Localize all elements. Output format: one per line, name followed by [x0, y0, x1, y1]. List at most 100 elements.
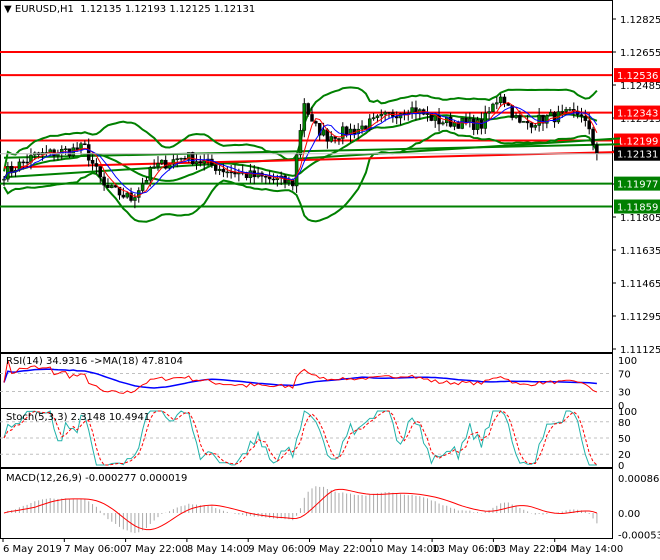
current-price-label: 1.12131	[617, 150, 658, 161]
candle-body	[2, 178, 6, 181]
candle-body	[133, 197, 137, 201]
candle-body	[21, 161, 25, 164]
candle-body	[379, 114, 384, 117]
stoch-axis-label: 20	[618, 450, 631, 461]
candle-body	[140, 183, 145, 191]
panel-frame-0	[0, 0, 613, 353]
candle-body	[533, 125, 538, 128]
candle-body	[98, 166, 102, 178]
macd-label: MACD(12,26,9) -0.000277 0.000019	[6, 473, 188, 484]
rsi-axis-label: 70	[618, 370, 631, 381]
low-value: 1.12125	[169, 4, 211, 15]
candle-body	[63, 148, 68, 151]
rsi-label: RSI(14) 34.9316 ->MA(18) 47.8104	[6, 356, 183, 367]
candle-body	[518, 115, 522, 123]
candle-body	[25, 161, 29, 164]
candle-body	[152, 166, 156, 169]
chart-window[interactable]: 1.128251.126551.124851.123151.121451.119…	[0, 0, 660, 560]
candle-body	[487, 111, 491, 114]
candle-body	[595, 144, 599, 154]
price-tick-label: 1.11295	[620, 312, 660, 323]
time-label: 6 May 2019	[3, 544, 62, 555]
candle-body	[94, 163, 99, 167]
candle-body	[387, 112, 391, 114]
candle-body	[468, 118, 472, 123]
time-label: 13 May 06:00	[432, 544, 501, 555]
candle-body	[560, 111, 564, 113]
candle-body	[471, 118, 476, 130]
candle-body	[179, 157, 183, 160]
time-label: 13 May 22:00	[493, 544, 562, 555]
macd-axis-label: 0.000869	[618, 474, 660, 485]
candle-body	[425, 113, 430, 115]
candle-body	[591, 128, 595, 146]
candle-body	[306, 103, 310, 115]
candle-body	[90, 159, 95, 164]
price-tick-label: 1.12485	[620, 81, 660, 92]
candle-body	[564, 109, 568, 112]
candle-body	[498, 96, 503, 103]
candle-body	[271, 178, 276, 181]
macd-axis-label: 0.00	[618, 509, 640, 520]
candle-body	[163, 159, 168, 169]
open-value: 1.12135	[80, 4, 122, 15]
rsi-axis-label: 30	[618, 388, 631, 399]
candle-body	[121, 194, 126, 198]
time-label: 9 May 06:00	[248, 544, 310, 555]
candle-body	[321, 129, 326, 136]
high-value: 1.12193	[124, 4, 167, 15]
candle-body	[83, 143, 87, 146]
candle-body	[144, 179, 149, 185]
price-tick-label: 1.11635	[620, 246, 660, 257]
candle-body	[248, 170, 253, 178]
candle-body	[587, 120, 591, 130]
time-label: 8 May 14:00	[187, 544, 249, 555]
candle-body	[160, 159, 164, 164]
level-label: 1.12536	[617, 71, 658, 82]
time-label: 9 May 22:00	[310, 544, 372, 555]
price-tick-label: 1.11125	[620, 345, 660, 356]
time-label: 7 May 06:00	[64, 544, 126, 555]
time-label: 10 May 14:00	[371, 544, 440, 555]
candle-body	[579, 114, 584, 117]
candle-body	[310, 114, 314, 122]
stoch-label: Stoch(5,3,3) 2.3148 10.4941	[6, 412, 151, 423]
candle-body	[302, 103, 307, 131]
stoch-axis-label: 80	[618, 418, 631, 429]
candle-body	[287, 179, 291, 184]
price-tick-label: 1.12825	[620, 15, 660, 26]
candle-body	[198, 161, 203, 164]
time-label: 7 May 22:00	[126, 544, 188, 555]
stoch-axis-label: 50	[618, 434, 631, 445]
candle-body	[148, 167, 153, 181]
price-tick-label: 1.12655	[620, 48, 660, 59]
candle-body	[217, 168, 222, 171]
candle-body	[394, 116, 399, 119]
candle-body	[495, 102, 499, 105]
candle-body	[225, 171, 230, 174]
chart-header: ▼ EURUSD,H1 1.12135 1.12193 1.12125 1.12…	[4, 4, 255, 15]
candle-body	[464, 117, 468, 123]
candle-body	[344, 126, 349, 136]
level-label: 1.12343	[617, 109, 658, 120]
candle-body	[329, 136, 333, 142]
candle-body	[298, 130, 303, 156]
level-label: 1.11859	[617, 203, 658, 214]
level-label: 1.12199	[617, 137, 658, 148]
candle-body	[229, 171, 233, 174]
stoch-axis-label: 100	[618, 407, 637, 418]
level-label: 1.11977	[617, 180, 658, 191]
price-tick-label: 1.11805	[620, 213, 660, 224]
rsi-axis-label: 100	[618, 356, 637, 367]
candle-body	[514, 115, 518, 118]
candle-body	[102, 176, 106, 186]
candle-body	[548, 112, 553, 117]
dropdown-triangle-icon[interactable]: ▼	[4, 4, 12, 15]
candle-body	[441, 122, 445, 125]
candle-body	[314, 121, 318, 124]
candle-body	[483, 112, 487, 129]
candle-body	[360, 125, 364, 130]
candle-body	[410, 107, 414, 114]
candle-body	[125, 192, 129, 198]
candle-body	[86, 144, 91, 161]
